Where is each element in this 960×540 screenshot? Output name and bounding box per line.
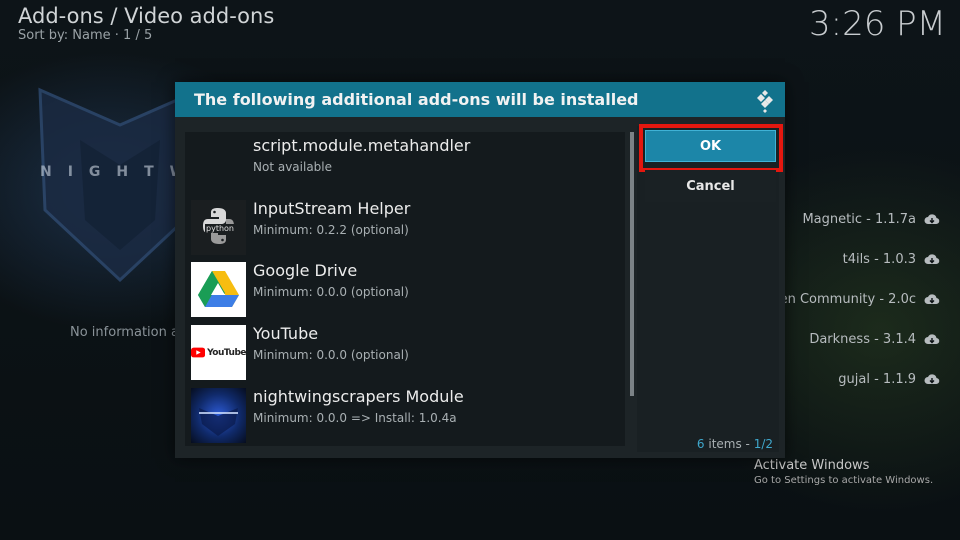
addon-name: script.module.metahandler — [253, 136, 471, 155]
activate-windows-title: Activate Windows — [754, 458, 870, 473]
addon-name: YouTube — [253, 324, 319, 343]
list-item[interactable]: Darkness - 3.1.4 — [809, 329, 940, 349]
python-logo-text: python — [205, 224, 235, 233]
addon-row-youtube[interactable]: YouTube YouTube Minimum: 0.0.0 (optional… — [185, 320, 625, 380]
page-indicator: 1/2 — [753, 437, 773, 451]
addon-detail: Minimum: 0.0.0 (optional) — [253, 348, 409, 362]
youtube-logo-text: YouTube — [207, 347, 246, 358]
addon-row-metahandler[interactable]: script.module.metahandler Not available — [185, 132, 625, 192]
addon-name: Google Drive — [253, 261, 358, 280]
list-item-label: gujal - 1.1.9 — [838, 371, 916, 387]
cloud-download-icon — [924, 294, 940, 305]
nightwing-logo-icon — [191, 388, 246, 443]
list-item-label: Magnetic - 1.1.7a — [802, 211, 916, 227]
items-count-label: items - — [704, 437, 754, 451]
cloud-download-icon — [924, 214, 940, 225]
cloud-download-icon — [924, 254, 940, 265]
addon-detail: Minimum: 0.2.2 (optional) — [253, 223, 409, 237]
dialog-title: The following additional add-ons will be… — [194, 90, 639, 109]
list-item-label: Darkness - 3.1.4 — [809, 331, 916, 347]
list-item-label: en Community - 2.0c — [779, 291, 916, 307]
list-item[interactable]: Magnetic - 1.1.7a — [802, 209, 940, 229]
items-count: 6 items - 1/2 — [697, 437, 773, 451]
google-drive-logo-icon — [191, 262, 246, 317]
cloud-download-icon — [924, 374, 940, 385]
addon-row-google-drive[interactable]: Google Drive Minimum: 0.0.0 (optional) — [185, 257, 625, 317]
addon-row-inputstream-helper[interactable]: python InputStream Helper Minimum: 0.2.2… — [185, 195, 625, 255]
youtube-logo-icon: YouTube — [191, 325, 246, 380]
addon-name: InputStream Helper — [253, 199, 411, 218]
dialog-header: The following additional add-ons will be… — [175, 82, 785, 117]
cloud-download-icon — [924, 334, 940, 345]
install-dialog: The following additional add-ons will be… — [175, 82, 785, 458]
cancel-button[interactable]: Cancel — [645, 170, 776, 202]
addon-thumbnail — [191, 137, 246, 192]
sort-info: Sort by: Name · 1 / 5 — [18, 28, 153, 43]
kodi-logo-icon — [757, 90, 773, 113]
clock: 3:26 PM — [809, 4, 946, 44]
addon-row-nightwingscrapers[interactable]: nightwingscrapers Module Minimum: 0.0.0 … — [185, 383, 625, 443]
no-information-text: No information a — [70, 325, 179, 340]
addon-detail: Minimum: 0.0.0 (optional) — [253, 285, 409, 299]
list-item[interactable]: t4ils - 1.0.3 — [843, 249, 940, 269]
list-item[interactable]: gujal - 1.1.9 — [838, 369, 940, 389]
breadcrumb: Add-ons / Video add-ons — [18, 4, 275, 28]
addon-detail: Minimum: 0.0.0 => Install: 1.0.4a — [253, 411, 457, 425]
addon-name: nightwingscrapers Module — [253, 387, 464, 406]
list-item[interactable]: en Community - 2.0c — [780, 289, 940, 309]
activate-windows-subtitle: Go to Settings to activate Windows. — [754, 475, 934, 486]
ok-button[interactable]: OK — [645, 130, 776, 162]
list-item-label: t4ils - 1.0.3 — [842, 251, 916, 267]
items-count-number: 6 — [696, 437, 705, 451]
python-logo-icon: python — [191, 200, 246, 255]
addon-detail: Not available — [253, 160, 333, 174]
list-scrollbar[interactable] — [630, 132, 634, 396]
addon-list: script.module.metahandler Not available … — [185, 132, 625, 446]
